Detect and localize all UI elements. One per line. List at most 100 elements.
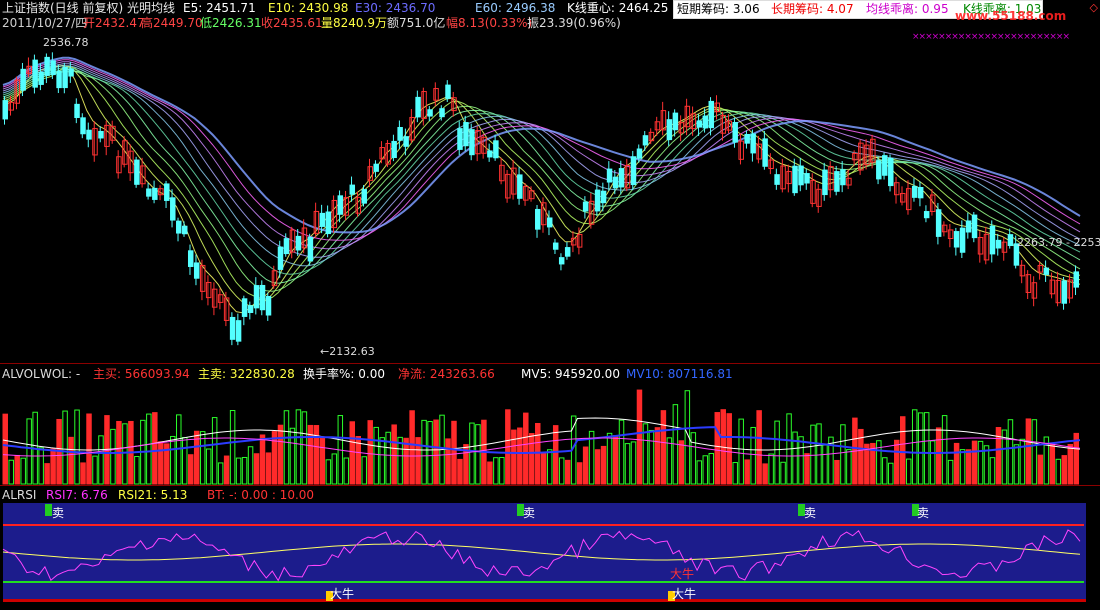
volume-bar: [917, 412, 924, 485]
change-value: 幅8.13(0.33%): [446, 16, 533, 30]
volume-bar: [612, 435, 619, 485]
candle-body: [738, 140, 744, 160]
volume-bar: [798, 436, 804, 485]
volume-bar: [74, 409, 80, 485]
candle-body: [798, 165, 804, 186]
volume-bar: [941, 415, 948, 485]
open-value: 开2432.47: [83, 16, 145, 30]
candle-body: [672, 112, 679, 131]
candle-body: [283, 238, 290, 255]
volume-bar: [1031, 419, 1038, 485]
mv10-value: MV10: 807116.81: [626, 367, 733, 381]
candle-body: [361, 189, 367, 204]
candle-body: [337, 195, 344, 215]
low-annotation: ←2132.63: [320, 345, 375, 358]
candle-body: [1007, 234, 1014, 247]
volume-bar: [182, 436, 188, 485]
volume-panel-name: ALVOL: [2, 367, 40, 381]
candle-body: [959, 227, 966, 253]
volume-bar: [235, 457, 242, 485]
candle-body: [493, 140, 499, 159]
candle-body: [62, 66, 68, 89]
volume-bar: [319, 437, 326, 485]
main-buy: 主买: 566093.94: [93, 367, 190, 381]
candle-body: [816, 188, 822, 207]
candle-body: [146, 188, 152, 197]
volume-bar: [499, 456, 505, 485]
volume-bar: [965, 449, 972, 485]
volume-bar: [1055, 458, 1062, 485]
vol-label: WOL: -: [40, 367, 81, 381]
candle-body: [696, 120, 703, 128]
volume-bar: [1007, 419, 1014, 485]
close-value: 收2435.61: [261, 16, 323, 30]
volume-bar: [110, 428, 116, 485]
volume-bar: [959, 449, 966, 485]
volume-bar: [199, 431, 206, 485]
volume-bar: [666, 437, 673, 485]
volume-bar: [654, 427, 661, 485]
volume-bar: [265, 452, 272, 485]
volume-bar: [888, 462, 894, 485]
chevron-down-icon[interactable]: ◇: [1090, 1, 1098, 14]
candle-body: [217, 294, 224, 303]
candle-body: [1055, 279, 1062, 304]
volume-bar: [768, 453, 774, 485]
volume-bar: [756, 410, 762, 485]
volume-bar: [935, 427, 942, 485]
candle-body: [535, 208, 541, 230]
volume-bar: [283, 410, 290, 485]
volume-bar: [678, 440, 685, 485]
candle-body: [1073, 271, 1080, 288]
volume-bar: [241, 456, 248, 485]
candle-body: [349, 184, 356, 195]
candle-body: [523, 186, 529, 201]
candle-body: [277, 246, 284, 270]
candle-body: [768, 159, 774, 170]
volume-bar: [714, 412, 720, 485]
volume-bar: [391, 424, 397, 485]
volume-bar: [217, 462, 224, 485]
candle-body: [792, 165, 798, 194]
candle-body: [469, 129, 475, 156]
candle-body: [780, 165, 786, 190]
candle-body: [80, 117, 86, 135]
candle-body: [1037, 264, 1044, 273]
volume-bar: [810, 424, 816, 485]
volume-bar: [247, 446, 254, 485]
price-chart-canvas[interactable]: [0, 0, 1100, 610]
candle-body: [1031, 282, 1038, 299]
candlesticks: [2, 52, 1080, 346]
volume-bar: [929, 440, 936, 485]
candle-body: [8, 101, 14, 111]
long-chip: 长期筹码: 4.07: [771, 2, 854, 16]
volume-bar: [68, 436, 74, 485]
candle-body: [642, 135, 649, 146]
candle-body: [511, 167, 517, 195]
rsi-panel-name: ALRSI: [2, 488, 37, 502]
volume-bar: [606, 432, 613, 485]
volume-bar: [690, 432, 697, 485]
volume-bar: [493, 457, 499, 485]
volume-bar: [397, 436, 403, 485]
candle-body: [1019, 264, 1026, 277]
bull-signal-1: 大牛: [330, 587, 355, 601]
e60-value: E60: 2496.38: [475, 1, 556, 15]
candle-body: [822, 169, 828, 196]
volume-bar: [187, 454, 194, 485]
candle-body: [594, 189, 601, 212]
candle-body: [810, 179, 816, 204]
volume-bar: [762, 463, 768, 485]
volume-bar: [325, 459, 332, 485]
candle-body: [427, 109, 433, 117]
candle-body: [917, 186, 924, 199]
volume-bar: [546, 449, 553, 485]
candle-body: [187, 250, 194, 267]
volume-bar: [552, 425, 559, 485]
volume-bar: [989, 457, 996, 485]
candle-body: [953, 231, 960, 248]
candle-body: [176, 220, 182, 234]
volume-bar: [738, 418, 744, 485]
candle-body: [702, 115, 709, 129]
volume-bar: [846, 449, 852, 485]
